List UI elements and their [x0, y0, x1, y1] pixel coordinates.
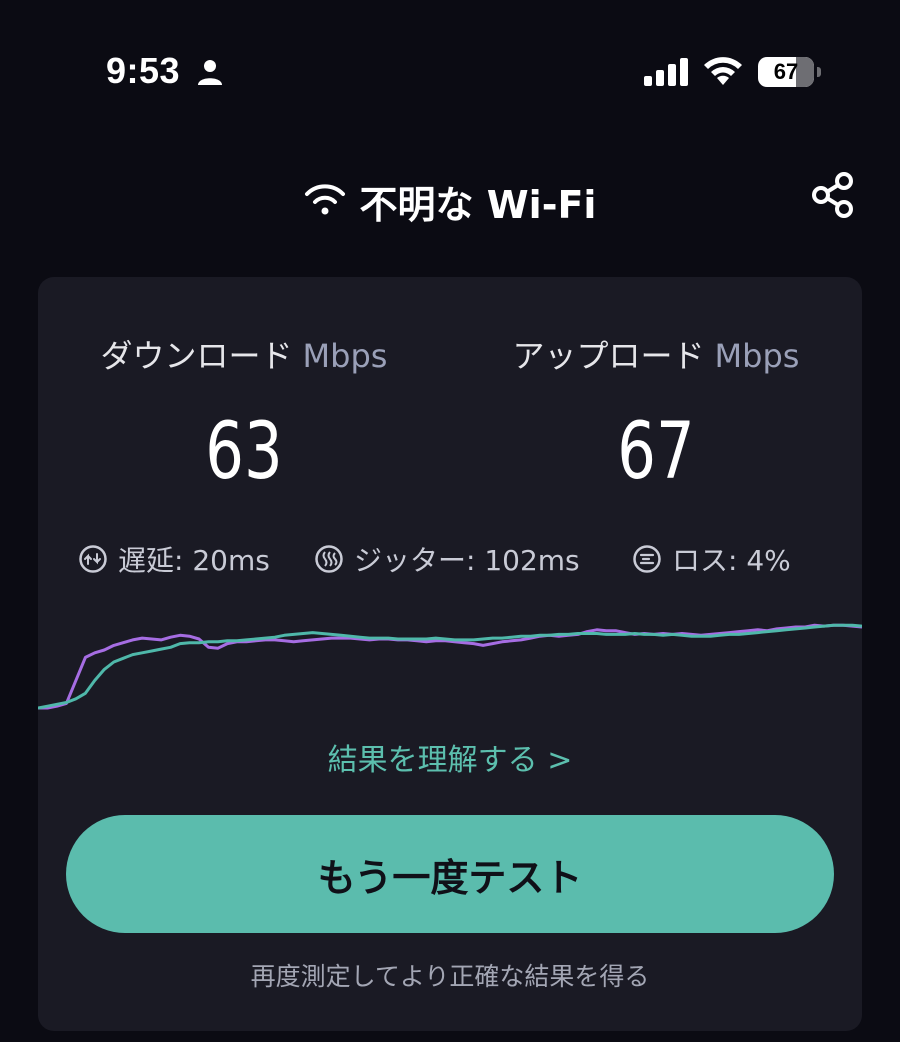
jitter-icon — [314, 544, 344, 574]
wifi-icon — [304, 183, 346, 221]
loss-icon — [632, 544, 662, 574]
person-icon — [196, 58, 224, 90]
download-value: 63 — [205, 407, 283, 497]
speed-chart — [38, 623, 862, 710]
jitter-stat: ジッター: 102ms — [314, 539, 580, 579]
results-card: ダウンロード Mbps 63 アップロード Mbps 67 遅延: 20ms ジ… — [38, 277, 862, 1031]
upload-unit: Mbps — [714, 337, 800, 375]
wifi-icon — [703, 56, 743, 90]
header: 不明な Wi-Fi — [0, 160, 900, 240]
share-button[interactable] — [806, 170, 860, 224]
download-label: ダウンロード — [100, 337, 293, 375]
retest-button[interactable]: もう一度テスト — [66, 815, 834, 933]
latency-text: 遅延: 20ms — [118, 544, 270, 577]
signal-icon — [644, 58, 690, 90]
speed-test-results-screen: 9:53 67 不明な Wi-Fi ダウンロード Mbps 63 アップロード … — [0, 0, 900, 1042]
latency-stat: 遅延: 20ms — [78, 539, 270, 579]
network-title: 不明な Wi-Fi — [0, 174, 900, 229]
status-bar: 9:53 67 — [0, 0, 900, 140]
upload-metric: アップロード Mbps 67 — [450, 331, 862, 497]
loss-stat: ロス: 4% — [632, 539, 791, 579]
download-unit: Mbps — [302, 337, 388, 375]
page-title: 不明な Wi-Fi — [359, 183, 597, 227]
upload-series-line — [38, 623, 862, 710]
download-metric: ダウンロード Mbps 63 — [38, 331, 450, 497]
share-icon — [810, 171, 856, 223]
upload-label: アップロード — [512, 337, 705, 375]
status-time: 9:53 — [106, 50, 181, 91]
understand-results-link[interactable]: 結果を理解する > — [38, 735, 862, 779]
latency-icon — [78, 544, 108, 574]
upload-value: 67 — [617, 407, 695, 497]
battery-level: 67 — [773, 59, 799, 84]
jitter-text: ジッター: 102ms — [354, 544, 580, 577]
retest-label: もう一度テスト — [317, 855, 583, 900]
download-series-line — [38, 623, 862, 710]
stats-row: 遅延: 20ms ジッター: 102ms ロス: 4% — [38, 539, 862, 583]
loss-text: ロス: 4% — [672, 544, 791, 577]
retest-hint: 再度測定してより正確な結果を得る — [250, 962, 650, 991]
